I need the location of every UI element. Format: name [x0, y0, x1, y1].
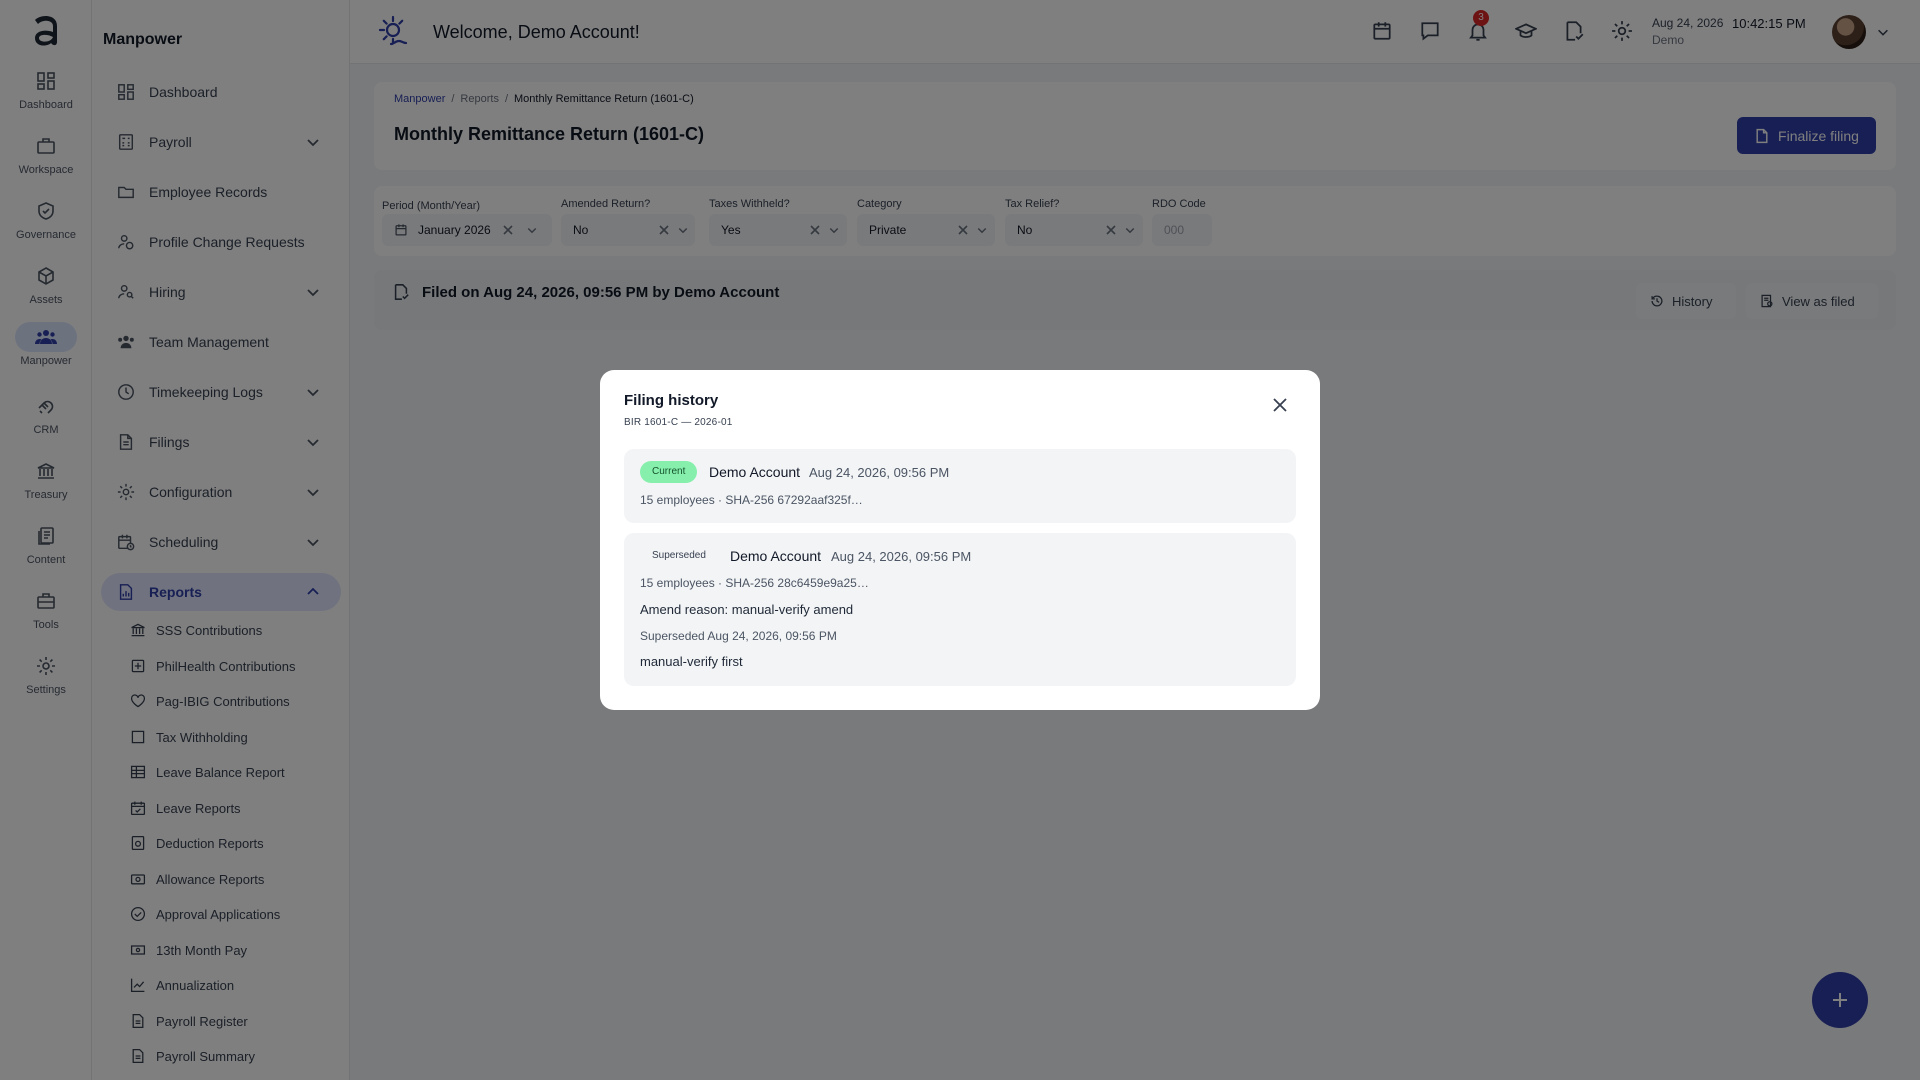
modal-title: Filing history — [624, 392, 719, 409]
entry-name: Demo Account — [730, 548, 822, 564]
modal-subtitle: BIR 1601-C — 2026-01 — [624, 417, 733, 428]
close-icon[interactable] — [1270, 395, 1290, 415]
status-badge: Current — [640, 461, 698, 483]
amend-reason: Amend reason: manual-verify amend — [640, 602, 854, 617]
filing-history-modal: Filing history BIR 1601-C — 2026-01 Curr… — [600, 370, 1320, 710]
entry-meta: 15 employees · SHA-256 28c6459e9a25… — [640, 576, 869, 590]
history-entry-superseded: Superseded Demo Account Aug 24, 2026, 09… — [624, 533, 1296, 686]
entry-date: Aug 24, 2026, 09:56 PM — [831, 549, 972, 564]
entry-note: manual-verify first — [640, 654, 743, 669]
superseded-at: Superseded Aug 24, 2026, 09:56 PM — [640, 629, 837, 643]
entry-date: Aug 24, 2026, 09:56 PM — [809, 465, 950, 480]
entry-name: Demo Account — [709, 464, 801, 480]
status-badge: Superseded — [640, 545, 718, 567]
history-entry-current: Current Demo Account Aug 24, 2026, 09:56… — [624, 449, 1296, 523]
entry-meta: 15 employees · SHA-256 67292aaf325f… — [640, 493, 863, 507]
